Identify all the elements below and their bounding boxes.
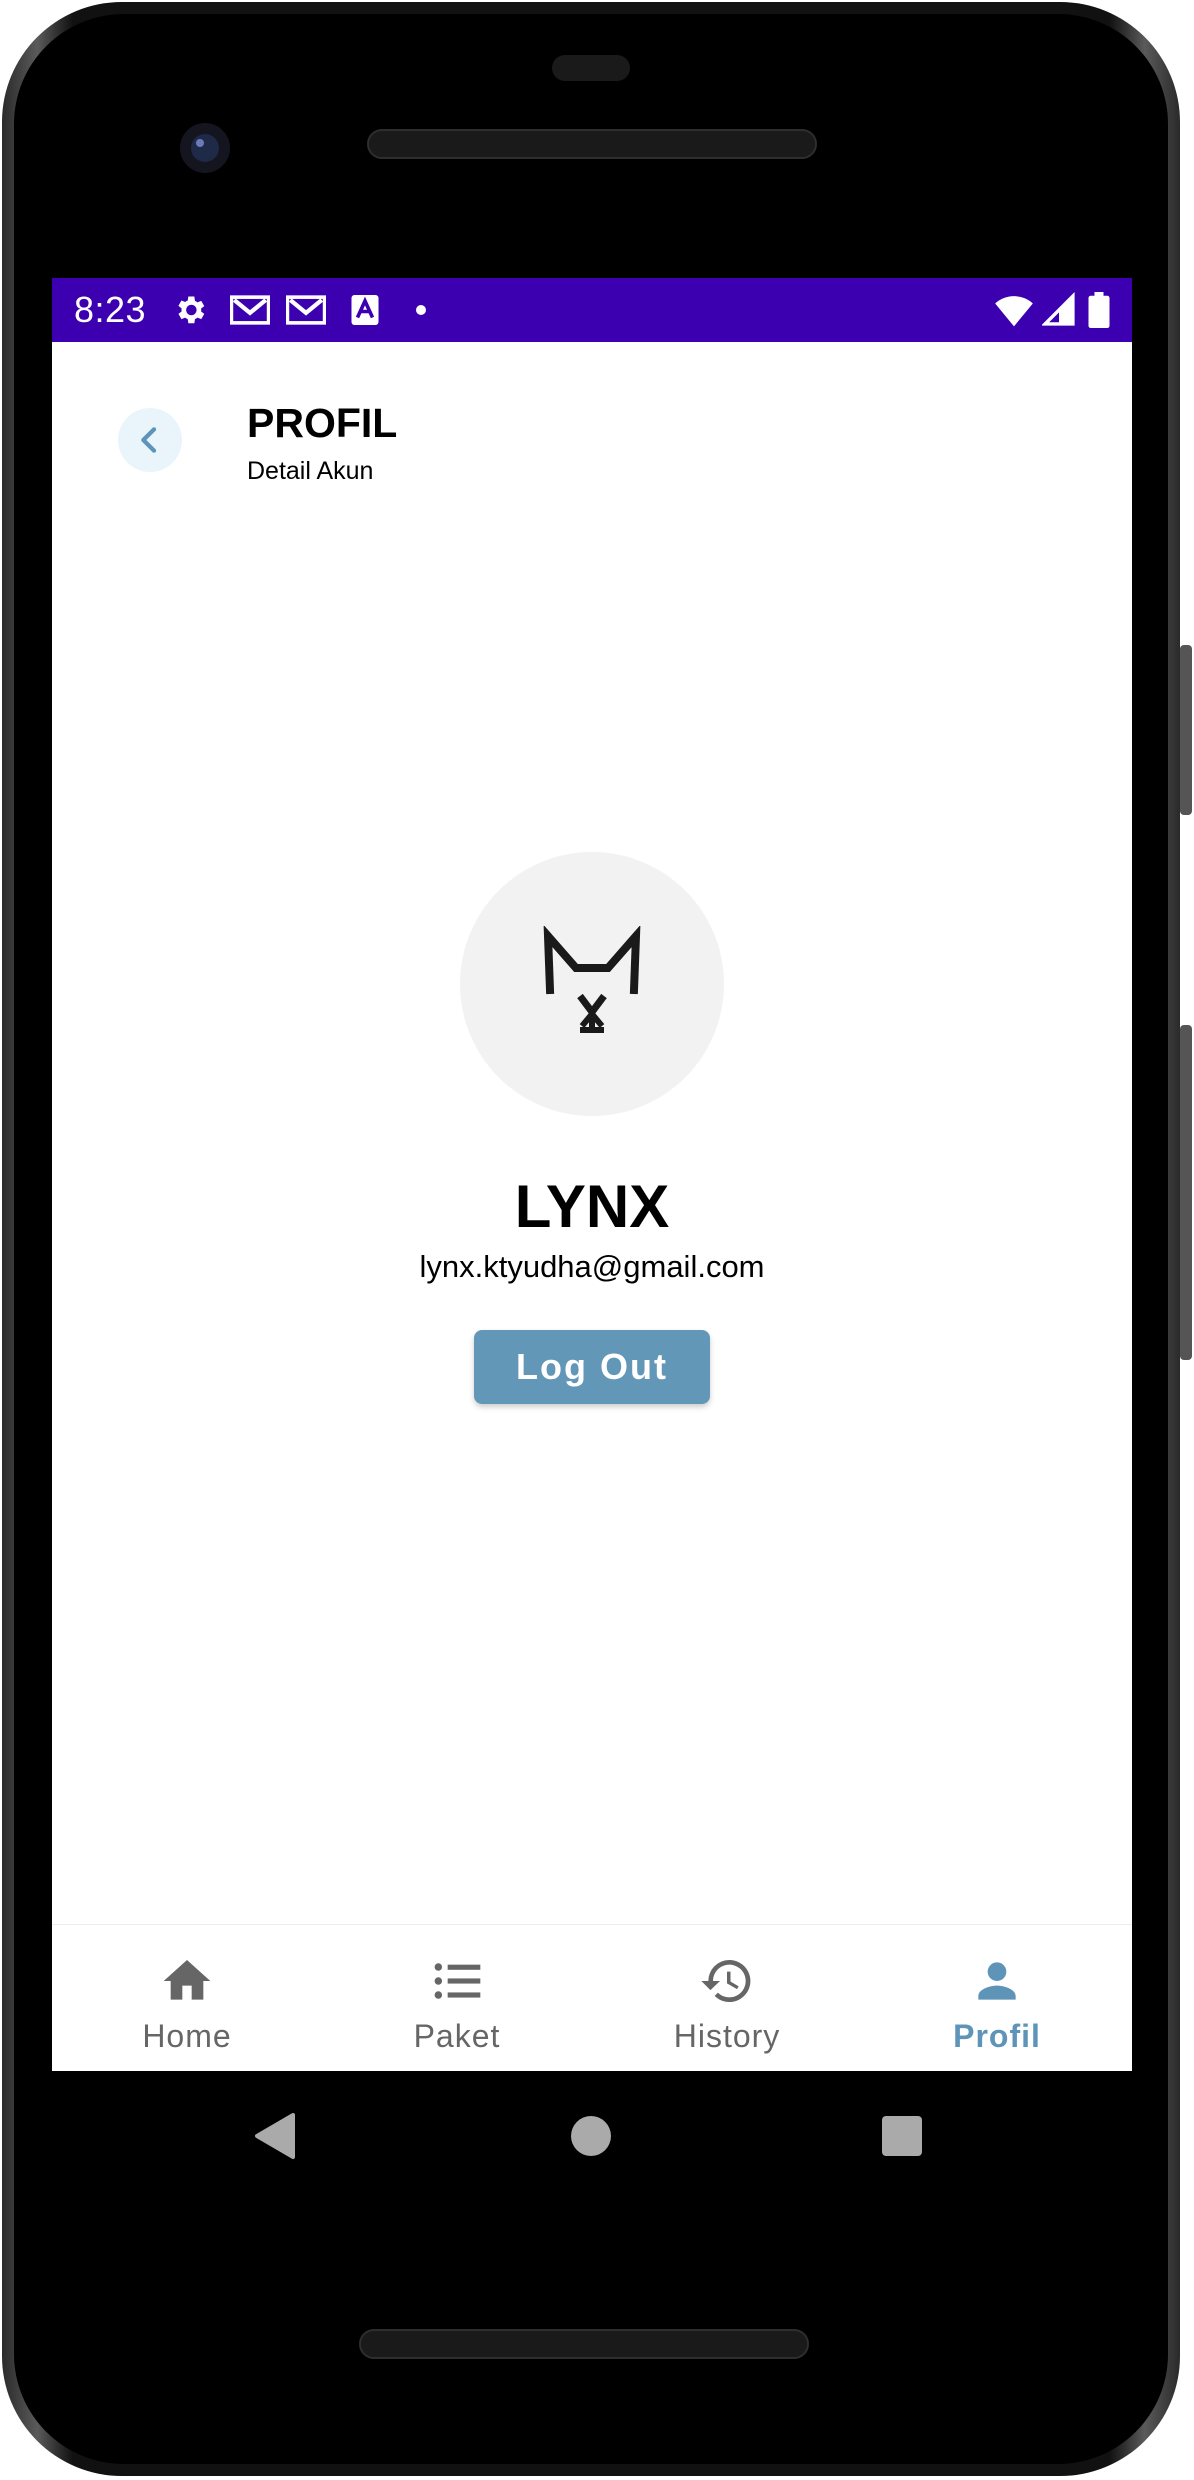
nav-item-paket[interactable]: Paket xyxy=(322,1925,592,2071)
gmail-icon xyxy=(230,295,270,325)
user-email: lynx.ktyudha@gmail.com xyxy=(419,1249,765,1284)
home-circle-icon[interactable] xyxy=(571,2116,611,2156)
status-bar: 8:23 xyxy=(52,278,1132,342)
page-subtitle: Detail Akun xyxy=(247,457,374,485)
nav-label-history: History xyxy=(673,2018,781,2054)
back-button[interactable] xyxy=(118,408,182,472)
gear-icon xyxy=(178,296,205,324)
avatar xyxy=(460,852,724,1116)
text-a-icon xyxy=(351,295,379,325)
user-name: LYNX xyxy=(514,1173,670,1240)
back-triangle-icon[interactable] xyxy=(253,2111,297,2161)
gmail-icon xyxy=(286,295,326,325)
battery-icon xyxy=(1088,292,1110,328)
home-icon xyxy=(163,1960,211,2000)
status-time: 8:23 xyxy=(74,289,147,330)
dot-icon xyxy=(416,305,426,315)
logout-button[interactable]: Log Out xyxy=(474,1330,710,1404)
nav-label-home: Home xyxy=(142,2018,232,2054)
list-icon xyxy=(434,1963,481,1999)
person-icon xyxy=(978,1962,1016,2000)
lynx-logo-icon xyxy=(543,926,641,1033)
wifi-icon xyxy=(995,296,1033,327)
recents-square-icon[interactable] xyxy=(882,2116,922,2156)
nav-label-profil: Profil xyxy=(953,2018,1041,2054)
bottom-nav: Home Paket History Profil xyxy=(52,1924,1132,2071)
page-title: PROFIL xyxy=(247,400,398,446)
app-screen: PROFIL Detail Akun LYNX lynx.ktyudha@gma… xyxy=(52,342,1132,2071)
nav-item-history[interactable]: History xyxy=(592,1925,862,2071)
signal-icon xyxy=(1042,292,1075,326)
nav-item-profil[interactable]: Profil xyxy=(862,1925,1132,2071)
nav-item-home[interactable]: Home xyxy=(52,1925,322,2071)
nav-label-paket: Paket xyxy=(413,2018,501,2054)
history-icon xyxy=(701,1959,751,2002)
chevron-left-icon xyxy=(141,427,157,453)
